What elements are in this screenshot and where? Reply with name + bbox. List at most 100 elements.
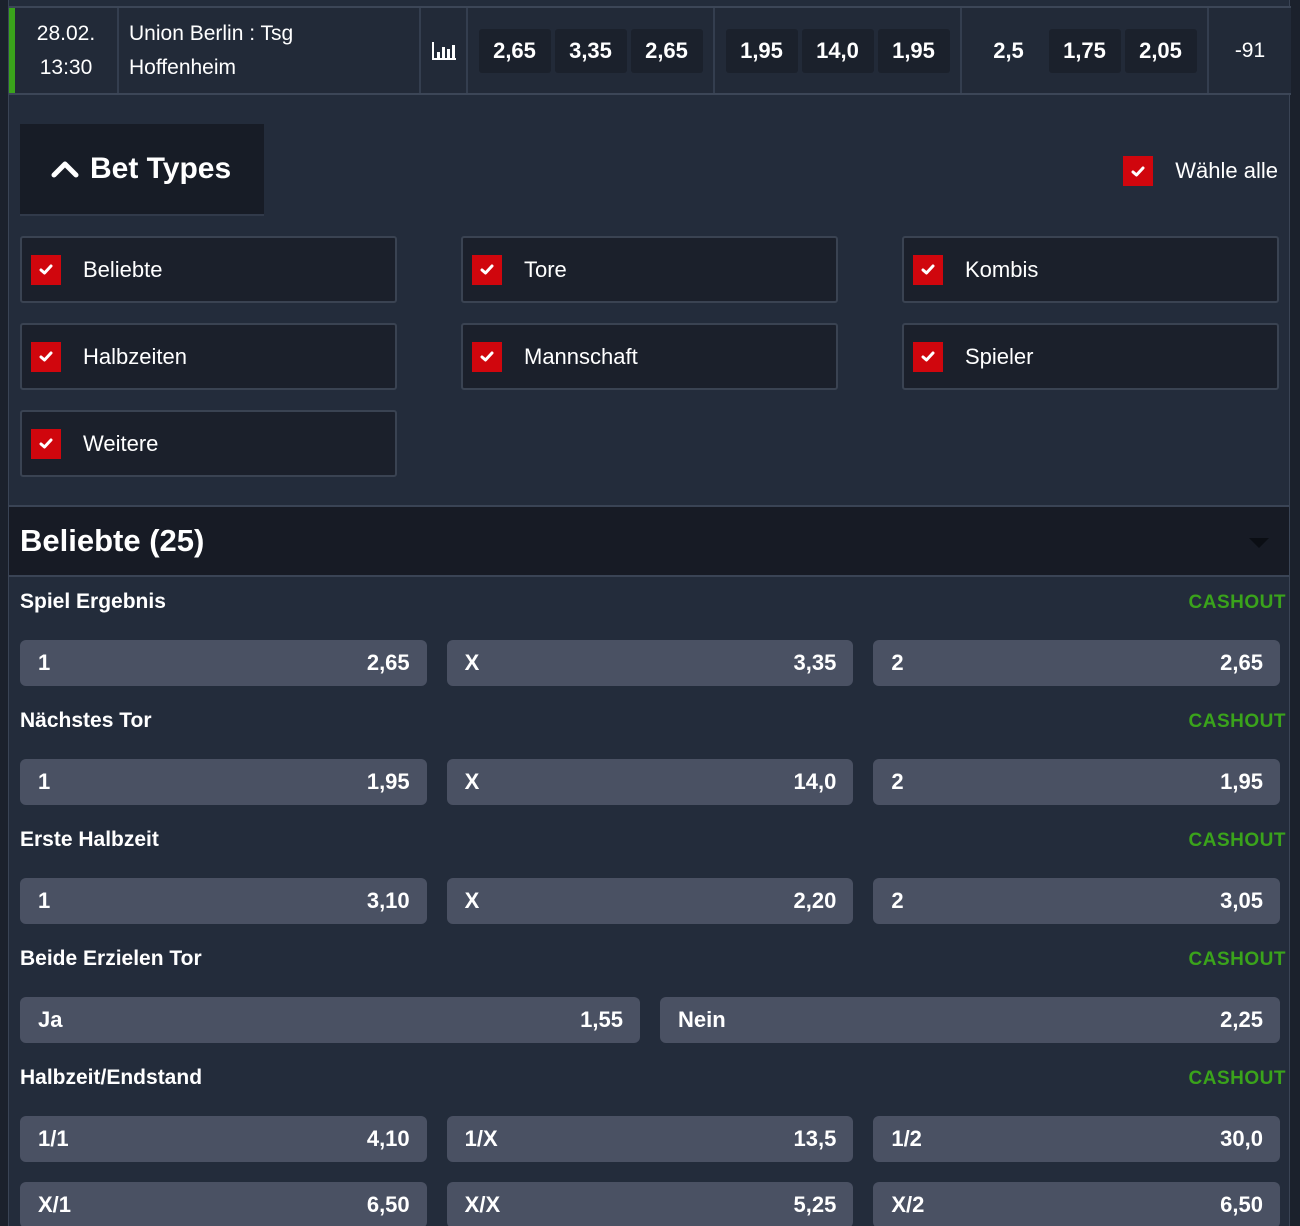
selection-button[interactable]: 1 1,95 (20, 759, 427, 805)
odds-group-next-goal: 1,95 14,0 1,95 (715, 8, 962, 93)
odd-button[interactable]: 3,35 (554, 28, 627, 73)
bet-type-filter[interactable]: Tore (461, 236, 838, 303)
selection-label: Ja (38, 1007, 63, 1032)
odd-button[interactable]: 14,0 (801, 28, 874, 73)
selection-odd: 1,55 (580, 1007, 623, 1032)
chevron-up-icon (51, 161, 79, 178)
market-title: Erste Halbzeit (20, 828, 159, 851)
selection-button[interactable]: 2 2,65 (873, 640, 1280, 686)
check-icon (39, 438, 53, 449)
checkbox-checked[interactable] (472, 254, 502, 285)
selection-odd: 6,50 (366, 1192, 410, 1217)
selection-button[interactable]: 1/2 30,0 (873, 1116, 1280, 1162)
check-icon (921, 264, 935, 275)
match-datetime: 28.02. 13:30 (15, 8, 119, 93)
bet-types-toggle[interactable]: Bet Types (20, 124, 264, 216)
selection-label: 1 (38, 650, 51, 675)
line-value: 2,5 (993, 37, 1024, 63)
bet-type-label: Beliebte (83, 256, 163, 282)
selection-button[interactable]: 1 2,65 (20, 640, 427, 686)
bet-type-label: Kombis (965, 256, 1039, 282)
select-all-label: Wähle alle (1175, 158, 1278, 183)
selection-button[interactable]: X/1 6,50 (20, 1182, 427, 1226)
selection-label: 2 (891, 769, 904, 794)
selection-button[interactable]: X 3,35 (446, 640, 854, 686)
bet-type-filter[interactable]: Mannschaft (461, 323, 838, 390)
selection-button[interactable]: 1/1 4,10 (20, 1116, 427, 1162)
check-icon (39, 264, 53, 275)
selection-label: X/X (464, 1192, 501, 1217)
bet-type-label: Weitere (83, 430, 159, 456)
section-header-popular[interactable]: Beliebte (25) (9, 505, 1289, 577)
match-row[interactable]: 28.02. 13:30 Union Berlin : Tsg Hoffenhe… (9, 6, 1291, 95)
market-title: Spiel Ergebnis (20, 590, 166, 613)
selection-odd: 2,20 (793, 888, 837, 913)
market-title: Halbzeit/Endstand (20, 1066, 203, 1089)
selection-odd: 6,50 (1220, 1192, 1263, 1217)
cashout-badge: CASHOUT (1188, 711, 1286, 732)
checkbox-checked[interactable] (913, 254, 943, 285)
match-teams[interactable]: Union Berlin : Tsg Hoffenheim (119, 8, 421, 93)
odd-button[interactable]: 2,65 (478, 28, 551, 73)
bar-chart-icon (431, 41, 456, 60)
odds-group-over-under: 2,5 1,75 2,05 (962, 8, 1209, 93)
odd-button[interactable]: 1,75 (1048, 28, 1121, 73)
teams-line-1: Union Berlin : Tsg (129, 21, 294, 45)
bet-type-filter[interactable]: Halbzeiten (20, 323, 397, 390)
bet-type-filter[interactable]: Weitere (20, 410, 397, 477)
selection-odd: 2,65 (366, 650, 410, 675)
selection-odd: 13,5 (793, 1126, 837, 1151)
cashout-badge: CASHOUT (1188, 592, 1286, 613)
match-date: 28.02. (36, 21, 96, 45)
checkbox-checked[interactable] (913, 341, 943, 372)
market-title: Beide Erzielen Tor (20, 947, 202, 970)
selection-button[interactable]: 2 1,95 (873, 759, 1280, 805)
bet-type-filter[interactable]: Spieler (902, 323, 1279, 390)
check-icon (480, 264, 494, 275)
checkbox-checked[interactable] (1123, 156, 1154, 186)
cashout-badge: CASHOUT (1188, 830, 1286, 851)
selection-button[interactable]: Nein 2,25 (660, 997, 1280, 1043)
selection-button[interactable]: X/2 6,50 (873, 1182, 1280, 1226)
bet-type-filter[interactable]: Beliebte (20, 236, 397, 303)
check-icon (39, 351, 53, 362)
selection-button[interactable]: X/X 5,25 (446, 1182, 854, 1226)
selection-button[interactable]: 2 3,05 (873, 878, 1280, 924)
selection-odd: 3,35 (793, 650, 837, 675)
selection-label: 1/1 (38, 1126, 69, 1151)
stats-button[interactable] (421, 8, 468, 93)
bet-type-label: Spieler (965, 343, 1034, 369)
selection-odd: 5,25 (793, 1192, 837, 1217)
selection-odd: 1,95 (366, 769, 410, 794)
selection-label: X (464, 769, 480, 794)
selection-button[interactable]: X 2,20 (446, 878, 854, 924)
odd-button[interactable]: 1,95 (877, 28, 950, 73)
checkbox-checked[interactable] (31, 341, 61, 372)
selection-label: X (464, 650, 480, 675)
odd-button[interactable]: 1,95 (725, 28, 798, 73)
selection-odd: 3,10 (366, 888, 410, 913)
selection-label: 2 (891, 888, 904, 913)
caret-down-icon[interactable] (1249, 538, 1269, 548)
more-markets-count[interactable]: -91 (1209, 8, 1291, 93)
selection-label: Nein (678, 1007, 726, 1032)
check-icon (1131, 166, 1145, 176)
selection-label: 1 (38, 888, 51, 913)
selection-odd: 30,0 (1220, 1126, 1263, 1151)
odd-button[interactable]: 2,65 (630, 28, 703, 73)
match-time: 13:30 (39, 55, 93, 79)
selection-button[interactable]: X 14,0 (446, 759, 854, 805)
selection-button[interactable]: 1 3,10 (20, 878, 427, 924)
select-all-checkbox[interactable]: Wähle alle (1123, 156, 1278, 186)
selection-label: 1 (38, 769, 51, 794)
selection-button[interactable]: 1/X 13,5 (446, 1116, 854, 1162)
checkbox-checked[interactable] (31, 428, 61, 459)
bet-type-filter[interactable]: Kombis (902, 236, 1279, 303)
checkbox-checked[interactable] (31, 254, 61, 285)
selection-label: 1/X (464, 1126, 498, 1151)
checkbox-checked[interactable] (472, 341, 502, 372)
selection-button[interactable]: Ja 1,55 (20, 997, 640, 1043)
odd-button[interactable]: 2,05 (1124, 28, 1197, 73)
bet-type-label: Halbzeiten (83, 343, 187, 369)
selection-odd: 14,0 (793, 769, 837, 794)
